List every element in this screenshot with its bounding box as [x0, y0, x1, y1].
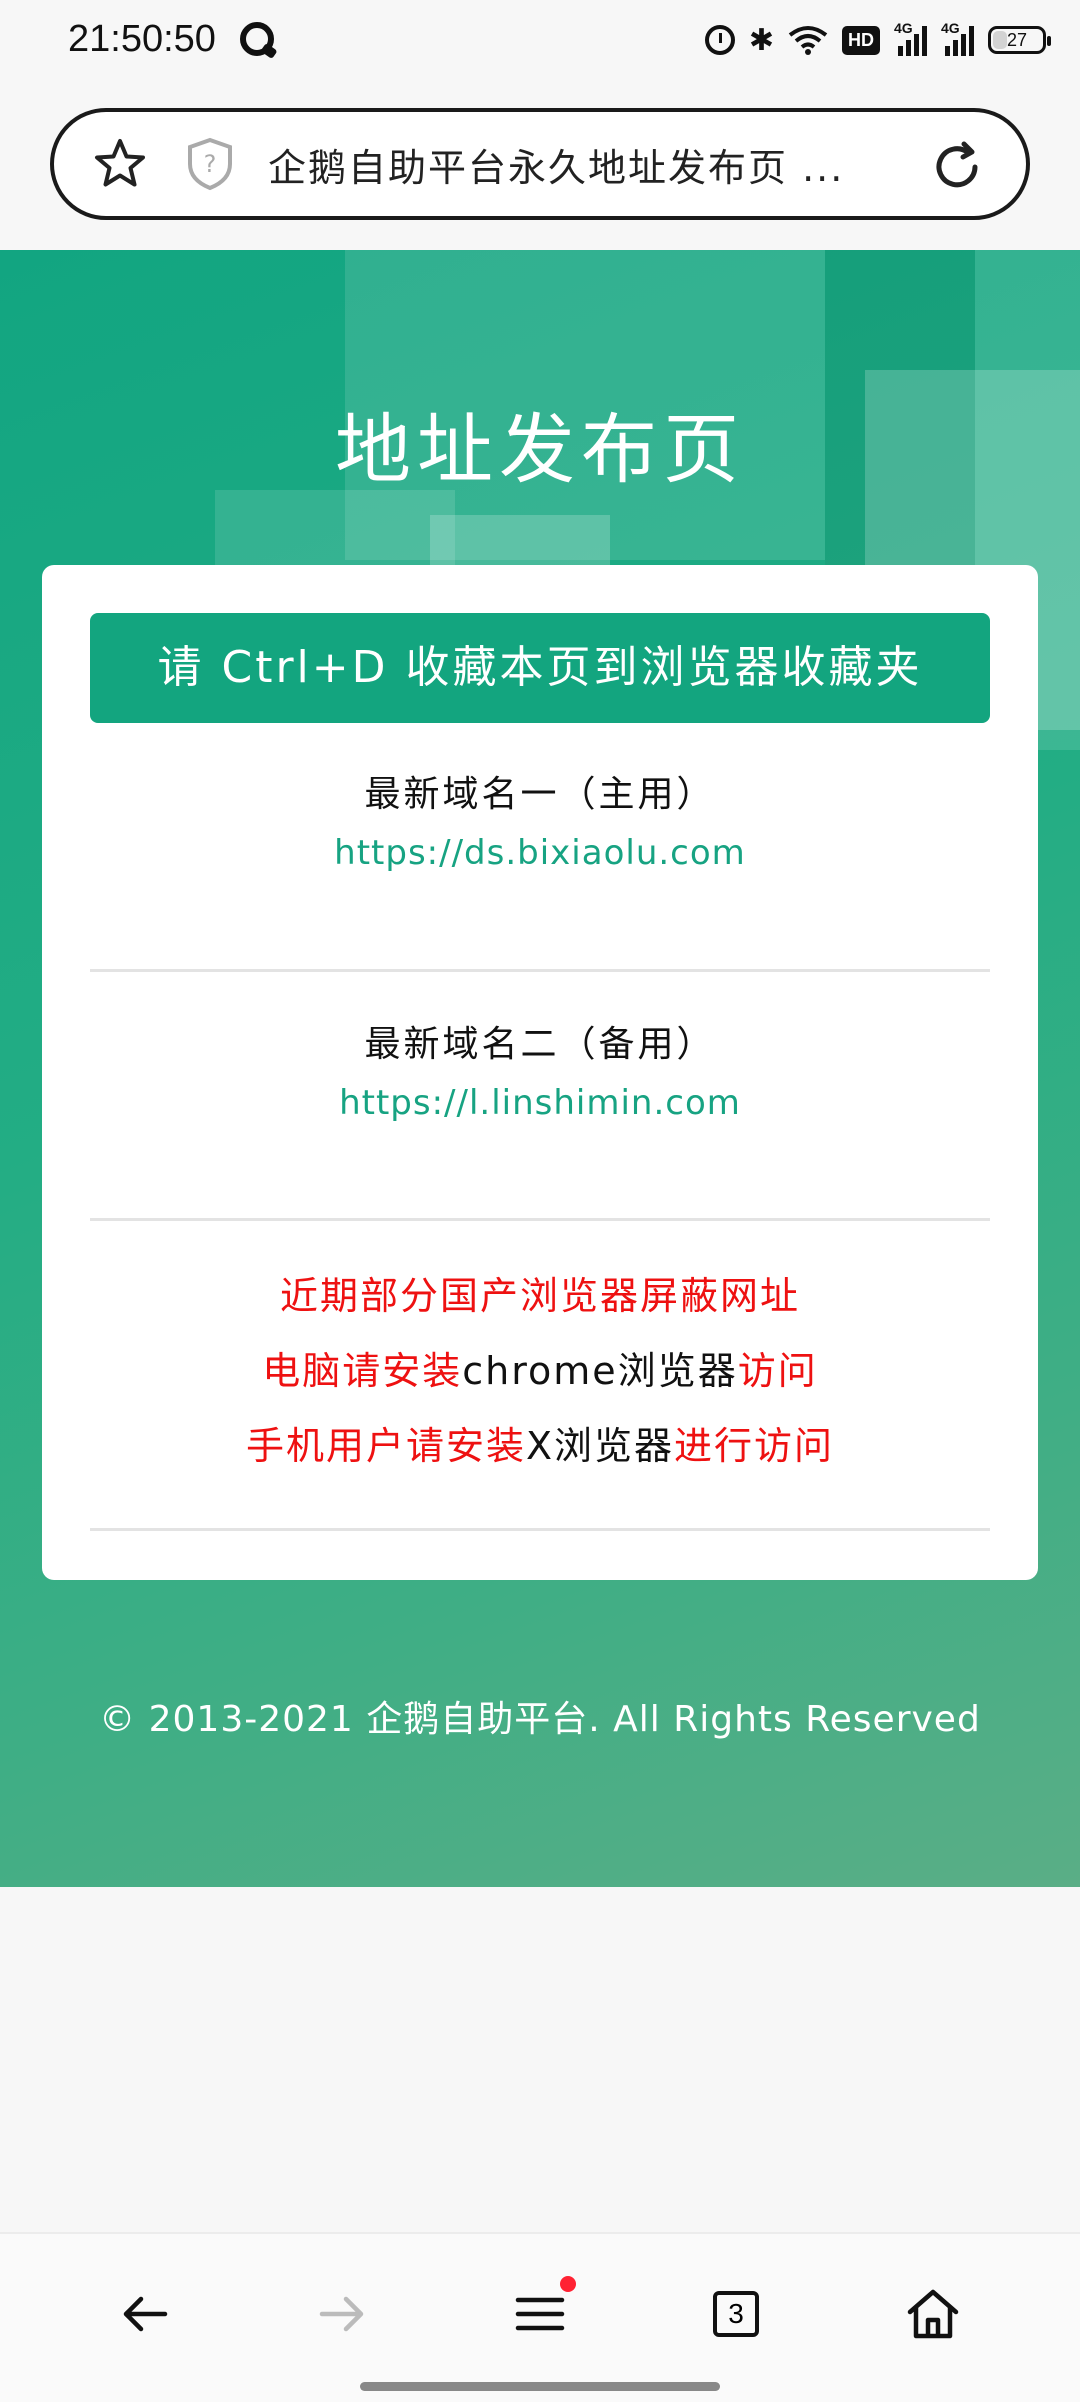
home-icon[interactable]: [893, 2274, 973, 2354]
signal-2-label: 4G: [941, 20, 960, 36]
star-icon[interactable]: [92, 136, 148, 192]
menu-notification-dot: [560, 2276, 576, 2292]
forward-arrow-icon[interactable]: [302, 2274, 382, 2354]
bookmark-banner: 请 Ctrl+D 收藏本页到浏览器收藏夹: [90, 613, 990, 723]
divider: [90, 1528, 990, 1531]
svg-text:?: ?: [204, 150, 217, 178]
tabs-icon[interactable]: 3: [696, 2274, 776, 2354]
battery-level: 27: [1006, 29, 1028, 50]
gesture-bar[interactable]: [360, 2382, 720, 2391]
notice-line-2-b: chrome浏览器: [462, 1349, 738, 1393]
domain-2-link[interactable]: https://l.linshimin.com: [42, 1083, 1038, 1123]
reload-icon[interactable]: [928, 138, 986, 196]
signal-2-icon: 4G: [941, 20, 974, 56]
notice-line-3-b: X浏览器: [525, 1424, 675, 1468]
shield-question-icon[interactable]: ?: [182, 136, 238, 192]
notice-line-3-c: 进行访问: [674, 1424, 835, 1468]
menu-icon[interactable]: [500, 2274, 580, 2354]
bluetooth-icon: ✱: [748, 22, 774, 58]
divider: [90, 1218, 990, 1221]
page-footer: © 2013-2021 企鹅自助平台. All Rights Reserved: [99, 1699, 981, 1740]
address-bar[interactable]: ? 企鹅自助平台永久地址发布页 ...: [50, 108, 1030, 220]
notice-line-1: 近期部分国产浏览器屏蔽网址: [279, 1274, 800, 1318]
notice-line-2-c: 访问: [737, 1349, 818, 1393]
back-arrow-icon[interactable]: [105, 2274, 185, 2354]
page-title: 地址发布页: [335, 405, 745, 494]
notice-line-3-a: 手机用户请安装: [245, 1424, 526, 1468]
alarm-icon: [704, 25, 735, 55]
domain-1-label: 最新域名一（主用）: [364, 774, 716, 815]
address-card: 请 Ctrl+D 收藏本页到浏览器收藏夹 最新域名一（主用） https://d…: [42, 565, 1038, 1580]
notice-line-2: 电脑请安装chrome浏览器访问: [42, 1340, 1038, 1395]
signal-1-label: 4G: [894, 20, 913, 36]
browser-toolbar: ? 企鹅自助平台永久地址发布页 ...: [0, 84, 1080, 250]
status-time: 21:50:50: [68, 18, 216, 60]
bottom-nav: 3: [0, 2232, 1080, 2402]
tab-count: 3: [713, 2291, 759, 2337]
notice-line-2-a: 电脑请安装: [262, 1349, 463, 1393]
divider: [90, 969, 990, 972]
domain-2-label: 最新域名二（备用）: [364, 1024, 716, 1065]
wifi-icon: [788, 25, 828, 55]
battery-icon: 27: [988, 26, 1051, 54]
address-bar-title[interactable]: 企鹅自助平台永久地址发布页 ...: [268, 140, 918, 196]
status-bar: 21:50:50 ✱ HD 4G 4G 27: [0, 0, 1080, 84]
domain-1-link[interactable]: https://ds.bixiaolu.com: [42, 833, 1038, 873]
page-hero: 地址发布页 请 Ctrl+D 收藏本页到浏览器收藏夹 最新域名一（主用） htt…: [0, 250, 1080, 1887]
notice-line-3: 手机用户请安装X浏览器进行访问: [42, 1415, 1038, 1470]
signal-1-icon: 4G: [894, 20, 927, 56]
qq-notification-icon: [240, 22, 274, 56]
status-icons: ✱ HD 4G 4G 27: [704, 18, 1051, 62]
hd-voice-badge: HD: [842, 25, 880, 55]
